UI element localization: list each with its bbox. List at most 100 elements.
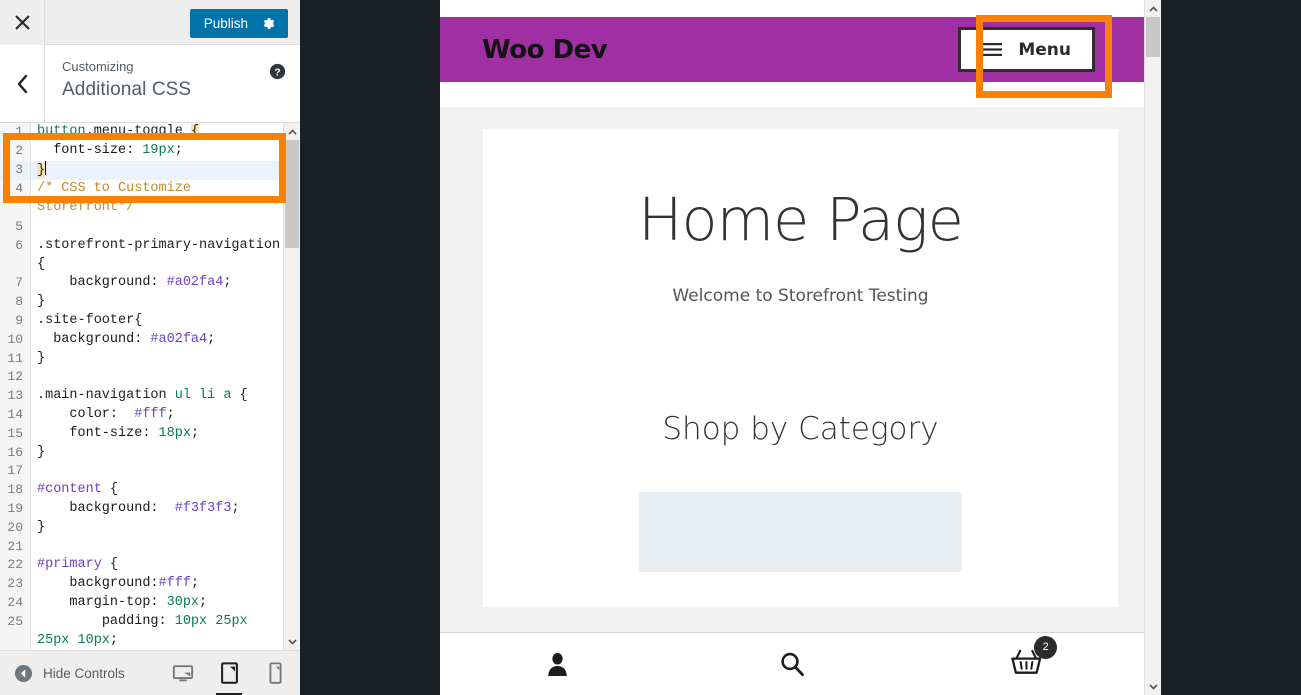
preview-scrollbar-thumb[interactable] [1146, 17, 1160, 57]
primary-card: Home Page Welcome to Storefront Testing … [483, 129, 1118, 607]
line-number: 16 [0, 443, 31, 463]
svg-text:?: ? [274, 67, 280, 78]
back-button[interactable] [0, 45, 45, 122]
code-text[interactable]: #content { [31, 481, 283, 500]
help-button[interactable]: ? [269, 63, 286, 85]
line-number: 2 [0, 141, 31, 161]
code-text[interactable] [31, 538, 283, 557]
site-header: Woo Dev Menu [440, 17, 1161, 82]
code-text[interactable]: .site-footer{ [31, 312, 283, 331]
editor-scroll-down-button[interactable] [284, 633, 300, 650]
code-line[interactable]: 14 color: #fff; [0, 405, 283, 425]
menu-toggle-button[interactable]: Menu [958, 27, 1095, 72]
code-line[interactable]: 2 font-size: 19px; [0, 141, 283, 161]
code-line[interactable]: 3} [0, 160, 283, 181]
code-text[interactable]: color: #fff; [31, 406, 283, 425]
mobile-icon [269, 661, 281, 684]
site-preview[interactable]: Woo Dev Menu Home Page Welcome to Storef… [440, 0, 1161, 695]
chevron-up-icon [287, 128, 297, 135]
code-text[interactable]: /* CSS to Customize Storefront*/ [31, 180, 283, 218]
line-number: 7 [0, 274, 31, 294]
line-number: 11 [0, 349, 31, 369]
collapse-left-icon [14, 664, 33, 682]
code-text[interactable]: margin-top: 30px; [31, 594, 283, 613]
tablet-icon [220, 661, 238, 684]
editor-scroll-up-button[interactable] [284, 123, 300, 140]
code-text[interactable] [31, 462, 283, 481]
code-line[interactable]: 25 padding: 10px 25px 25px 10px; [0, 612, 283, 650]
line-number: 24 [0, 593, 31, 613]
preview-scroll-up-button[interactable] [1145, 0, 1161, 17]
code-text[interactable]: #primary { [31, 556, 283, 575]
hide-controls-button[interactable]: Hide Controls [0, 664, 125, 683]
code-text[interactable]: } [31, 350, 283, 369]
code-line[interactable]: 11} [0, 349, 283, 369]
chevron-up-icon [1148, 5, 1158, 12]
preview-scrollbar[interactable] [1144, 0, 1161, 695]
publish-button[interactable]: Publish [189, 9, 288, 38]
home-page-subheading: Welcome to Storefront Testing [672, 285, 929, 306]
code-text[interactable]: } [31, 519, 283, 538]
code-line[interactable]: 23 background:#fff; [0, 575, 283, 594]
code-text[interactable]: button.menu-toggle { [31, 123, 283, 142]
search-nav-item[interactable] [675, 633, 910, 695]
code-line[interactable]: 7 background: #a02fa4; [0, 274, 283, 294]
editor-scrollbar-thumb[interactable] [285, 140, 299, 248]
dark-backdrop [300, 0, 440, 695]
editor-scrollbar[interactable] [283, 123, 300, 650]
code-line[interactable]: 17 [0, 462, 283, 482]
close-icon [14, 14, 30, 30]
line-number: 18 [0, 481, 31, 500]
code-line[interactable]: 18 #content { [0, 481, 283, 500]
code-text[interactable]: background:#fff; [31, 575, 283, 594]
code-line[interactable]: 1 button.menu-toggle { [0, 123, 283, 142]
line-number: 22 [0, 556, 31, 576]
code-line[interactable]: 12 [0, 368, 283, 388]
line-number: 25 [0, 612, 31, 650]
css-code-area[interactable]: 1 button.menu-toggle {2 font-size: 19px; 3… [0, 123, 283, 650]
code-text[interactable]: } [31, 444, 283, 463]
code-text[interactable]: } [31, 160, 283, 181]
account-nav-item[interactable] [440, 633, 675, 695]
mobile-preview-button[interactable] [260, 652, 290, 695]
code-text[interactable]: background: #a02fa4; [31, 274, 283, 293]
css-editor[interactable]: 1 button.menu-toggle {2 font-size: 19px; 3… [0, 123, 300, 650]
code-text[interactable]: padding: 10px 25px 25px 10px; [31, 613, 283, 650]
close-customizer-button[interactable] [0, 0, 45, 45]
code-line[interactable]: 15 font-size: 18px; [0, 424, 283, 444]
code-text[interactable]: font-size: 18px; [31, 425, 283, 444]
code-text[interactable]: .main-navigation ul li a { [31, 387, 283, 406]
code-text[interactable]: background: #a02fa4; [31, 331, 283, 350]
customizing-eyebrow: Customizing [62, 59, 134, 74]
code-line[interactable]: 22 #primary { [0, 556, 283, 576]
code-text[interactable]: } [31, 293, 283, 312]
code-text[interactable]: font-size: 19px; [31, 142, 283, 161]
code-line[interactable]: 21 [0, 537, 283, 557]
code-text[interactable] [31, 368, 283, 387]
header-spacer [440, 82, 1161, 107]
code-line[interactable]: 8} [0, 293, 283, 312]
code-text[interactable]: .storefront-primary-navigation { [31, 237, 283, 275]
preview-scroll-down-button[interactable] [1145, 678, 1161, 695]
code-line[interactable]: 13 .main-navigation ul li a { [0, 387, 283, 406]
customizer-sidebar: Publish Customizing Additional CSS ? 1 b… [0, 0, 300, 695]
shop-by-category-heading: Shop by Category [662, 410, 939, 447]
code-line[interactable]: 4/* CSS to Customize Storefront*/ [0, 180, 283, 218]
code-line[interactable]: 16} [0, 443, 283, 463]
code-line[interactable]: 9 .site-footer{ [0, 311, 283, 331]
code-text[interactable] [31, 218, 283, 237]
code-line[interactable]: 20} [0, 518, 283, 538]
code-line[interactable]: 24 margin-top: 30px; [0, 593, 283, 613]
desktop-preview-button[interactable] [168, 652, 198, 695]
code-line[interactable]: 6 .storefront-primary-navigation { [0, 236, 283, 275]
code-line[interactable]: 10 background: #a02fa4; [0, 330, 283, 350]
line-number: 9 [0, 311, 31, 331]
code-line[interactable]: 5 [0, 217, 283, 237]
cart-nav-item[interactable]: 2 [909, 633, 1144, 695]
site-content: Home Page Welcome to Storefront Testing … [440, 107, 1161, 607]
desktop-icon [172, 665, 194, 682]
code-text[interactable]: background: #f3f3f3; [31, 500, 283, 519]
code-line[interactable]: 19 background: #f3f3f3; [0, 499, 283, 519]
tablet-preview-button[interactable] [214, 652, 244, 695]
gear-icon[interactable] [261, 16, 276, 31]
